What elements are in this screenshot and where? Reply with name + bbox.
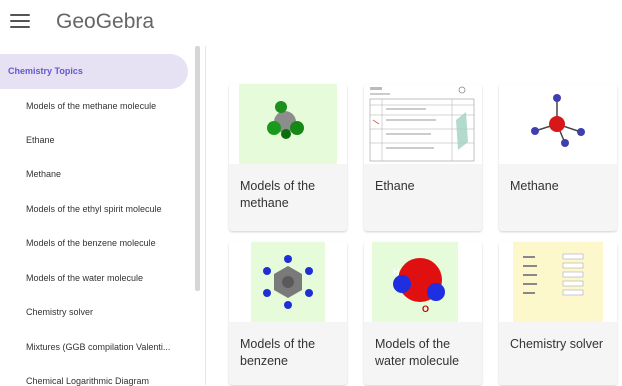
top-app-bar: GeoGebra bbox=[0, 0, 622, 46]
sidebar-item-ethane[interactable]: Ethane bbox=[26, 135, 191, 145]
card-chemistry-solver[interactable]: Chemistry solver bbox=[499, 242, 617, 385]
card-benzene-models[interactable]: Models of the benzene bbox=[229, 242, 347, 385]
material-cards-grid: Models of the methane Ethane Methane Mod… bbox=[206, 46, 622, 385]
sidebar-item-benzene[interactable]: Models of the benzene molecule bbox=[26, 238, 191, 248]
ethane-worksheet-thumbnail bbox=[364, 84, 482, 164]
methane-molecule-thumbnail bbox=[499, 84, 617, 164]
chemistry-solver-thumbnail bbox=[499, 242, 617, 322]
card-methane[interactable]: Methane bbox=[499, 84, 617, 231]
card-ethane[interactable]: Ethane bbox=[364, 84, 482, 231]
sidebar-scrollbar[interactable] bbox=[195, 46, 200, 291]
water-molecule-thumbnail: H O bbox=[364, 242, 482, 322]
sidebar-item-methane[interactable]: Methane bbox=[26, 169, 191, 179]
sidebar: Chemistry Topics Models of the methane m… bbox=[0, 46, 200, 386]
sidebar-item-water[interactable]: Models of the water molecule bbox=[26, 273, 191, 283]
card-water-molecule[interactable]: H O Models of the water molecule bbox=[364, 242, 482, 385]
logo-text: GeoGebra bbox=[56, 10, 155, 33]
geogebra-logo[interactable]: GeoGebra bbox=[56, 9, 154, 35]
sidebar-title[interactable]: Chemistry Topics bbox=[0, 54, 188, 89]
hamburger-menu-icon[interactable] bbox=[10, 14, 30, 30]
card-title: Models of the benzene bbox=[240, 337, 316, 368]
svg-text:O: O bbox=[422, 304, 429, 314]
sidebar-item-mixtures[interactable]: Mixtures (GGB compilation Valenti... bbox=[26, 342, 191, 352]
card-title: Ethane bbox=[375, 179, 415, 193]
card-title: Methane bbox=[510, 179, 559, 193]
sidebar-item-methane-models[interactable]: Models of the methane molecule bbox=[26, 101, 191, 111]
card-methane-models[interactable]: Models of the methane bbox=[229, 84, 347, 231]
card-title: Models of the methane bbox=[240, 179, 316, 210]
svg-text:H: H bbox=[393, 267, 400, 277]
sidebar-item-chemistry-solver[interactable]: Chemistry solver bbox=[26, 307, 191, 317]
card-title: Chemistry solver bbox=[510, 337, 604, 351]
sidebar-item-ethyl-spirit[interactable]: Models of the ethyl spirit molecule bbox=[26, 204, 191, 214]
methane-model-thumbnail bbox=[229, 84, 347, 164]
card-title: Models of the water molecule bbox=[375, 337, 460, 368]
benzene-model-thumbnail bbox=[229, 242, 347, 322]
